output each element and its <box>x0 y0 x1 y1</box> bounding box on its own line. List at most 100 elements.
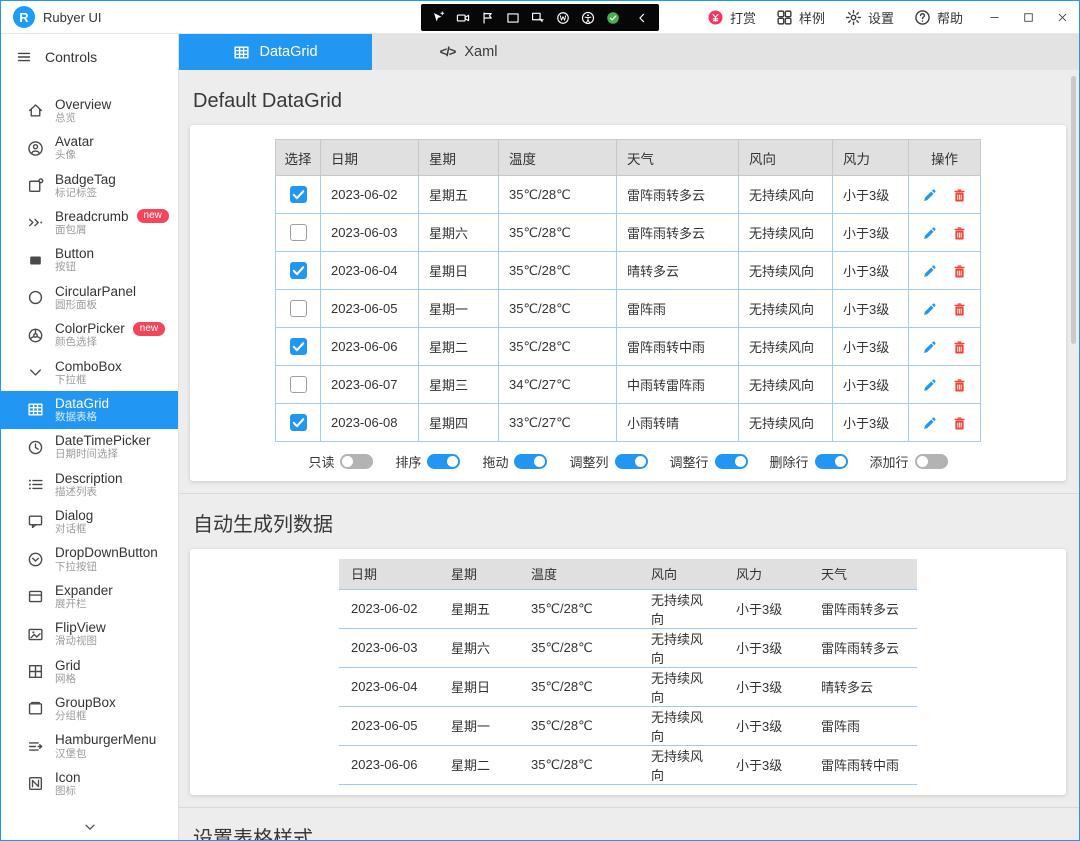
cursor-add-icon[interactable] <box>431 11 445 25</box>
delete-icon[interactable] <box>952 226 967 241</box>
sidebar-item-badgetag[interactable]: BadgeTag标记标签 <box>1 167 178 204</box>
delete-icon[interactable] <box>952 340 967 355</box>
table-cell: 星期六 <box>439 628 519 667</box>
toggle-group: 添加行 <box>870 452 948 471</box>
maximize-button[interactable] <box>1011 1 1045 34</box>
section-divider <box>179 807 1079 808</box>
column-header[interactable]: 日期 <box>339 559 439 589</box>
sidebar: Controls Overview总览Avatar头像BadgeTag标记标签B… <box>1 34 179 840</box>
table-cell: 无持续风向 <box>739 214 833 252</box>
column-header[interactable]: 温度 <box>519 559 639 589</box>
sidebar-item-label: ColorPicker <box>55 321 125 336</box>
edit-icon[interactable] <box>922 340 937 355</box>
sidebar-item-grid[interactable]: Grid网格 <box>1 653 178 690</box>
delete-icon[interactable] <box>952 264 967 279</box>
breadcrumb-icon <box>27 214 44 231</box>
row-checkbox[interactable] <box>290 414 307 431</box>
column-header[interactable]: 星期 <box>419 140 499 176</box>
column-header[interactable]: 天气 <box>809 559 917 589</box>
camera-icon[interactable] <box>456 11 470 25</box>
row-checkbox[interactable] <box>290 262 307 279</box>
sidebar-item-overview[interactable]: Overview总览 <box>1 92 178 129</box>
record-w-icon[interactable] <box>556 11 570 25</box>
column-header[interactable]: 操作 <box>909 140 981 176</box>
edit-icon[interactable] <box>922 264 937 279</box>
column-header[interactable]: 风力 <box>724 559 809 589</box>
donate-button[interactable]: 打赏 <box>707 8 756 27</box>
row-checkbox[interactable] <box>290 376 307 393</box>
tab-xaml[interactable]: </> Xaml <box>372 34 565 70</box>
toggle-switch[interactable] <box>427 454 460 469</box>
table-cell: 35℃/28℃ <box>499 176 617 214</box>
delete-icon[interactable] <box>952 378 967 393</box>
sidebar-item-groupbox[interactable]: GroupBox分组框 <box>1 690 178 727</box>
column-header[interactable]: 温度 <box>499 140 617 176</box>
sidebar-item-datetimepicker[interactable]: DateTimePicker日期时间选择 <box>1 429 178 466</box>
flag-icon[interactable] <box>481 11 495 25</box>
sidebar-item-avatar[interactable]: Avatar头像 <box>1 129 178 166</box>
column-header[interactable]: 风向 <box>739 140 833 176</box>
sidebar-item-dialog[interactable]: Dialog对话框 <box>1 503 178 540</box>
sidebar-item-circularpanel[interactable]: CircularPanel圆形面板 <box>1 279 178 316</box>
vertical-scrollbar[interactable] <box>1071 76 1077 836</box>
hamburger-menu-icon[interactable] <box>16 49 32 65</box>
edit-icon[interactable] <box>922 226 937 241</box>
sidebar-item-expander[interactable]: Expander展开栏 <box>1 578 178 615</box>
table-cell: 星期二 <box>419 328 499 366</box>
donate-label: 打赏 <box>730 8 756 27</box>
tabstrip: DataGrid </> Xaml <box>179 34 1079 70</box>
edit-icon[interactable] <box>922 302 937 317</box>
edit-icon[interactable] <box>922 378 937 393</box>
toggle-switch[interactable] <box>915 454 948 469</box>
row-checkbox[interactable] <box>290 300 307 317</box>
sidebar-item-flipview[interactable]: FlipView滑动视图 <box>1 615 178 652</box>
row-checkbox[interactable] <box>290 338 307 355</box>
column-header[interactable]: 风向 <box>639 559 724 589</box>
capture-icon[interactable] <box>531 11 545 25</box>
sidebar-item-combobox[interactable]: ComboBox下拉框 <box>1 354 178 391</box>
toggle-knob <box>342 456 353 467</box>
settings-button[interactable]: 设置 <box>845 8 894 27</box>
sidebar-item-icon[interactable]: Icon图标 <box>1 765 178 802</box>
toggle-switch[interactable] <box>340 454 373 469</box>
delete-icon[interactable] <box>952 188 967 203</box>
column-header[interactable]: 日期 <box>321 140 419 176</box>
row-checkbox[interactable] <box>290 186 307 203</box>
sidebar-item-dropdownbutton[interactable]: DropDownButton下拉按钮 <box>1 541 178 578</box>
edit-icon[interactable] <box>922 188 937 203</box>
scrollbar-thumb[interactable] <box>1071 76 1076 344</box>
section-divider <box>179 493 1079 494</box>
samples-button[interactable]: 样例 <box>776 8 825 27</box>
close-button[interactable] <box>1045 1 1079 34</box>
column-header[interactable]: 星期 <box>439 559 519 589</box>
toggle-switch[interactable] <box>815 454 848 469</box>
accessibility-icon[interactable] <box>581 11 595 25</box>
column-header[interactable]: 选择 <box>276 140 321 176</box>
sidebar-item-colorpicker[interactable]: ColorPickernew颜色选择 <box>1 316 178 353</box>
collapse-left-icon[interactable] <box>635 11 649 25</box>
sidebar-item-datagrid[interactable]: DataGrid数据表格 <box>1 391 178 428</box>
rectangle-icon[interactable] <box>506 11 520 25</box>
delete-icon[interactable] <box>952 416 967 431</box>
sidebar-item-label: Dialog <box>55 508 93 523</box>
sidebar-item-hamburgermenu[interactable]: HamburgerMenu汉堡包 <box>1 728 178 765</box>
sidebar-item-button[interactable]: Button按钮 <box>1 242 178 279</box>
column-header[interactable]: 风力 <box>833 140 909 176</box>
minimize-button[interactable] <box>977 1 1011 34</box>
help-button[interactable]: 帮助 <box>914 8 963 27</box>
sidebar-item-description[interactable]: Description描述列表 <box>1 466 178 503</box>
delete-icon[interactable] <box>952 302 967 317</box>
row-checkbox[interactable] <box>290 224 307 241</box>
tab-datagrid[interactable]: DataGrid <box>179 34 372 70</box>
sidebar-item-breadcrumb[interactable]: Breadcrumbnew面包屑 <box>1 204 178 241</box>
sidebar-scroll-more[interactable] <box>1 814 178 840</box>
toggle-switch[interactable] <box>615 454 648 469</box>
column-header[interactable]: 天气 <box>617 140 739 176</box>
edit-icon[interactable] <box>922 416 937 431</box>
sidebar-item-subtitle: 下拉框 <box>55 375 122 387</box>
confirm-check-icon[interactable] <box>606 11 620 25</box>
toggle-switch[interactable] <box>514 454 547 469</box>
sidebar-item-label: Icon <box>55 770 81 785</box>
app-logo: R <box>13 6 35 28</box>
toggle-switch[interactable] <box>715 454 748 469</box>
